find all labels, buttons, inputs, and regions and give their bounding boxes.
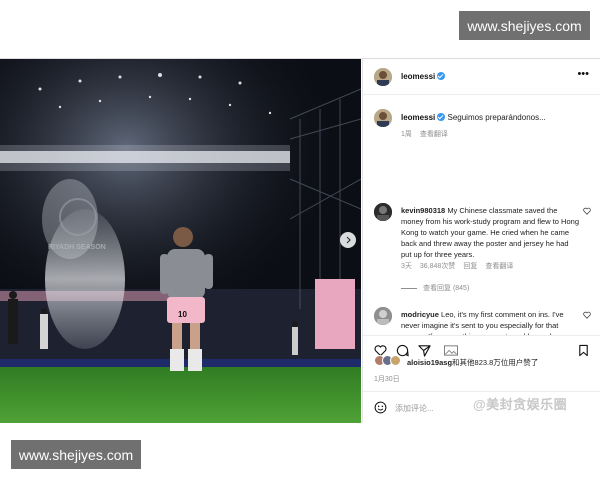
watermark-bottom: www.shejiyes.com: [11, 440, 141, 469]
caption-translate-link[interactable]: 查看翻译: [420, 131, 448, 138]
comment-reply-link[interactable]: 回复: [463, 263, 477, 270]
watermark-top: www.shejiyes.com: [459, 11, 590, 40]
post-side-panel: leomessi ••• leomessi Seguimos preparánd…: [362, 59, 600, 423]
caption-username[interactable]: leomessi: [401, 113, 435, 122]
comment-avatar[interactable]: [374, 307, 392, 325]
next-photo-button[interactable]: [340, 232, 356, 248]
chevron-right-icon: [346, 236, 351, 244]
instagram-post: 10 RIYADH SEASON leomessi ••• leomessi S…: [0, 58, 600, 423]
likes-text[interactable]: aloisio19asg和其他823.8万位用户赞了: [407, 357, 538, 368]
stadium-sign: RIYADH SEASON: [48, 244, 106, 251]
verified-badge-icon: [437, 113, 446, 121]
liker-username[interactable]: aloisio19asg: [407, 358, 452, 367]
like-comment-heart-icon[interactable]: [583, 311, 591, 319]
watermark-inline: @美封贪娱乐圈: [473, 397, 568, 412]
caption-text: leomessi Seguimos preparándonos...: [401, 112, 587, 123]
caption-age: 1周: [401, 131, 412, 138]
comment-text: modricyue Leo, it's my first comment on …: [401, 309, 581, 335]
likes-summary: aloisio19asg和其他823.8万位用户赞了: [363, 355, 600, 369]
liker-avatars[interactable]: [374, 355, 404, 367]
stadium-photo-illustration: 10 RIYADH SEASON: [0, 59, 361, 423]
verified-badge-icon: [437, 72, 446, 80]
caption-meta: 1周 查看翻译: [401, 129, 456, 139]
more-options-icon[interactable]: •••: [577, 69, 589, 80]
comment-text: kevin980318 My Chinese classmate saved t…: [401, 205, 581, 260]
caption-avatar[interactable]: [374, 109, 392, 127]
view-replies-link[interactable]: 查看回复 (845): [401, 283, 469, 293]
author-username-row[interactable]: leomessi: [401, 72, 446, 81]
comment-username[interactable]: kevin980318: [401, 206, 445, 215]
comment-meta: 3天 36,848次赞 回复 查看翻译: [401, 261, 521, 271]
emoji-smiley-icon[interactable]: [374, 401, 387, 414]
comment-avatar[interactable]: [374, 203, 392, 221]
page: www.shejiyes.com 10 RIYADH SEASON leomes…: [0, 0, 600, 480]
liker-avatar: [390, 355, 401, 366]
post-photo: 10 RIYADH SEASON: [0, 59, 361, 423]
post-header: leomessi •••: [363, 59, 600, 95]
caption-body: Seguimos preparándonos...: [447, 113, 546, 122]
comment-likes: 36,848次赞: [419, 263, 456, 270]
jersey-number: 10: [178, 310, 187, 319]
comment-username[interactable]: modricyue: [401, 310, 439, 319]
comment-translate-link[interactable]: 查看翻译: [485, 263, 513, 270]
author-avatar[interactable]: [374, 68, 392, 86]
comment-age: 3天: [401, 263, 412, 270]
likes-count-text: 和其他823.8万位用户赞了: [452, 358, 539, 367]
author-username[interactable]: leomessi: [401, 72, 435, 81]
comments-list[interactable]: leomessi Seguimos preparándonos... 1周查看翻…: [363, 95, 600, 335]
like-comment-heart-icon[interactable]: [583, 207, 591, 215]
post-date: 1月30日: [374, 376, 400, 383]
